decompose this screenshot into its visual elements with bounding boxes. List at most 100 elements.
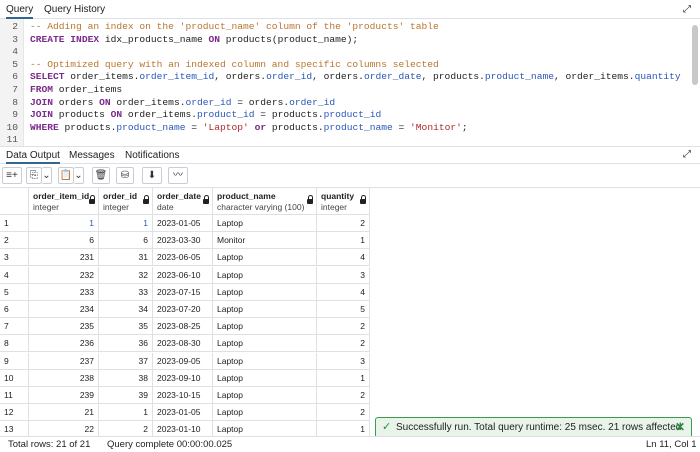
code-editor[interactable]: 2 -- Adding an index on the 'product_name… (0, 19, 700, 146)
table-cell[interactable]: Monitor (213, 232, 317, 250)
table-cell[interactable]: 3 (317, 352, 370, 370)
table-cell[interactable]: Laptop (213, 352, 317, 370)
table-cell[interactable]: Laptop (213, 404, 317, 422)
table-row[interactable]: 7 235 35 2023-08-25 Laptop 2 (0, 318, 370, 336)
table-cell[interactable]: 1 (317, 369, 370, 387)
code-line[interactable]: 7 FROM order_items (0, 83, 700, 96)
table-row[interactable]: 11 239 39 2023-10-15 Laptop 2 (0, 387, 370, 404)
table-cell[interactable]: 2 (317, 404, 370, 422)
column-header[interactable]: quantity integer (317, 188, 370, 215)
table-cell[interactable]: 1 (29, 215, 99, 232)
table-row[interactable]: 6 234 34 2023-07-20 Laptop 5 (0, 301, 370, 318)
table-row[interactable]: 5 233 33 2023-07-15 Laptop 4 (0, 283, 370, 301)
table-cell[interactable]: 32 (99, 266, 153, 284)
table-cell[interactable]: 1 (317, 232, 370, 250)
column-header[interactable]: product_name character varying (100) (213, 188, 317, 215)
table-cell[interactable]: 31 (99, 249, 153, 267)
tab-notifications[interactable]: Notifications (125, 150, 179, 161)
table-cell[interactable]: 2023-06-10 (153, 266, 213, 284)
expand-output-icon[interactable]: ⤢ (683, 149, 691, 160)
table-cell[interactable]: 238 (29, 369, 99, 387)
code-line[interactable]: 8 JOIN orders ON order_items.order_id = o… (0, 96, 700, 109)
table-cell[interactable]: 232 (29, 266, 99, 284)
table-cell[interactable]: 235 (29, 318, 99, 336)
table-row[interactable]: 2 6 6 2023-03-30 Monitor 1 (0, 232, 370, 250)
column-header[interactable]: order_id integer (99, 188, 153, 215)
table-row[interactable]: 3 231 31 2023-06-05 Laptop 4 (0, 249, 370, 267)
table-cell[interactable]: 36 (99, 335, 153, 353)
table-cell[interactable]: 22 (29, 421, 99, 436)
table-cell[interactable]: 2023-08-30 (153, 335, 213, 353)
table-cell[interactable]: Laptop (213, 335, 317, 353)
table-row[interactable]: 1 1 1 2023-01-05 Laptop 2 (0, 215, 370, 232)
table-cell[interactable]: Laptop (213, 369, 317, 387)
table-cell[interactable]: Laptop (213, 215, 317, 232)
table-row[interactable]: 8 236 36 2023-08-30 Laptop 2 (0, 335, 370, 353)
code-line[interactable]: 11 (0, 133, 700, 146)
table-cell[interactable]: Laptop (213, 266, 317, 284)
code-line[interactable]: 3 CREATE INDEX idx_products_name ON produ… (0, 33, 700, 46)
table-cell[interactable]: 39 (99, 387, 153, 404)
table-row[interactable]: 9 237 37 2023-09-05 Laptop 3 (0, 352, 370, 370)
table-cell[interactable]: 2023-08-25 (153, 318, 213, 336)
table-cell[interactable]: 2023-07-20 (153, 301, 213, 318)
table-cell[interactable]: 2 (317, 318, 370, 336)
paste-dropdown-icon[interactable]: ⌄ (74, 167, 84, 184)
table-cell[interactable]: 2023-01-05 (153, 404, 213, 422)
table-cell[interactable]: 2 (99, 421, 153, 436)
table-cell[interactable]: 4 (317, 283, 370, 301)
code-line[interactable]: 5 -- Optimized query with an indexed colu… (0, 58, 700, 71)
table-cell[interactable]: 35 (99, 318, 153, 336)
table-cell[interactable]: 34 (99, 301, 153, 318)
table-cell[interactable]: 2023-01-05 (153, 215, 213, 232)
table-cell[interactable]: 237 (29, 352, 99, 370)
close-icon[interactable]: ✕ (675, 418, 685, 437)
tab-query[interactable]: Query (6, 4, 34, 19)
table-cell[interactable]: 2023-07-15 (153, 283, 213, 301)
table-cell[interactable]: 1 (99, 215, 153, 232)
table-cell[interactable]: 233 (29, 283, 99, 301)
table-cell[interactable]: 4 (317, 249, 370, 267)
table-cell[interactable]: 2023-09-10 (153, 369, 213, 387)
delete-icon[interactable]: 🗑 (92, 167, 110, 184)
table-cell[interactable]: 2023-03-30 (153, 232, 213, 250)
table-row[interactable]: 13 22 2 2023-01-10 Laptop 1 (0, 421, 370, 436)
table-cell[interactable]: 239 (29, 387, 99, 404)
table-cell[interactable]: 1 (99, 404, 153, 422)
code-line[interactable]: 2 -- Adding an index on the 'product_name… (0, 20, 700, 33)
save-data-icon[interactable]: ⛁ (116, 167, 134, 184)
table-cell[interactable]: 6 (29, 232, 99, 250)
add-row-icon[interactable]: ≡+ (2, 167, 22, 184)
table-cell[interactable]: 38 (99, 369, 153, 387)
code-line[interactable]: 4 (0, 45, 700, 58)
graph-icon[interactable]: 〰 (168, 167, 188, 184)
paste-icon[interactable]: 📋 (58, 167, 74, 184)
table-cell[interactable]: 2023-10-15 (153, 387, 213, 404)
table-cell[interactable]: Laptop (213, 387, 317, 404)
tab-query-history[interactable]: Query History (44, 4, 105, 15)
copy-icon[interactable]: ⎘ (26, 167, 42, 184)
table-cell[interactable]: Laptop (213, 283, 317, 301)
code-line[interactable]: 10 WHERE products.product_name = 'Laptop'… (0, 121, 700, 134)
table-row[interactable]: 12 21 1 2023-01-05 Laptop 2 (0, 404, 370, 422)
table-cell[interactable]: 2 (317, 387, 370, 404)
table-cell[interactable]: Laptop (213, 301, 317, 318)
table-cell[interactable]: 231 (29, 249, 99, 267)
table-cell[interactable]: 236 (29, 335, 99, 353)
row-number-header[interactable] (0, 188, 29, 215)
table-cell[interactable]: 6 (99, 232, 153, 250)
table-cell[interactable]: 2 (317, 215, 370, 232)
column-header[interactable]: order_item_id integer (29, 188, 99, 215)
copy-dropdown-icon[interactable]: ⌄ (42, 167, 52, 184)
table-cell[interactable]: Laptop (213, 421, 317, 436)
table-cell[interactable]: 2023-06-05 (153, 249, 213, 267)
table-cell[interactable]: 3 (317, 266, 370, 284)
editor-scrollbar[interactable] (692, 25, 698, 85)
table-cell[interactable]: Laptop (213, 318, 317, 336)
expand-editor-icon[interactable]: ⤢ (683, 4, 691, 15)
column-header[interactable]: order_date date (153, 188, 213, 215)
table-cell[interactable]: 33 (99, 283, 153, 301)
table-cell[interactable]: 37 (99, 352, 153, 370)
table-row[interactable]: 10 238 38 2023-09-10 Laptop 1 (0, 369, 370, 387)
tab-messages[interactable]: Messages (69, 150, 115, 161)
